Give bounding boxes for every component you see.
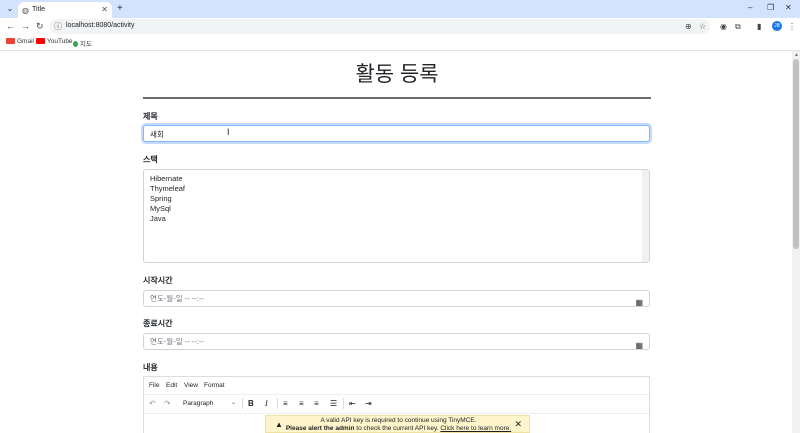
close-tab-icon[interactable]: ✕ [101,5,108,14]
bookmark-maps[interactable]: 지도 [73,38,92,48]
menu-file[interactable]: File [149,382,159,389]
browser-tab[interactable]: ◍ Title ✕ [18,2,112,18]
notice-line-2: Please alert the admin to check the curr… [266,425,531,432]
toolbar-divider [343,398,344,409]
stack-line: Spring [150,194,172,203]
start-time-placeholder: 연도-월-일 -- --:-- [150,294,204,303]
menu-view[interactable]: View [184,382,198,389]
editor-toolbar: ↶ ↷ Paragraph ⌄ B I ≡ ≡ ≡ ☰ ⇤ ⇥ [144,394,649,414]
close-window-icon[interactable]: ✕ [785,3,792,12]
tab-strip: ⌄ ◍ Title ✕ + – ❐ ✕ [0,0,800,18]
title-divider [143,97,651,99]
stack-label: 스택 [143,155,158,164]
stack-lines: Hibernate Thymeleaf Spring MySql Java [150,174,185,224]
scrollbar-thumb[interactable] [793,59,799,249]
stack-line: Hibernate [150,174,183,183]
zoom-icon[interactable]: ⊕ [685,22,692,31]
stack-line: MySql [150,204,171,213]
outdent-icon[interactable]: ⇤ [349,399,356,408]
align-justify-icon[interactable]: ☰ [330,399,337,408]
notice-line-1: A valid API key is required to continue … [320,417,477,424]
italic-icon[interactable]: I [265,399,268,408]
api-key-notice: ▲ A valid API key is required to continu… [265,415,530,433]
notice-bold: Please alert the admin [285,425,355,432]
youtube-icon [36,38,45,45]
bold-icon[interactable]: B [248,399,254,408]
forward-icon[interactable]: → [21,21,30,31]
content-label: 내용 [143,363,158,372]
calendar-icon[interactable]: ▦ [629,295,643,311]
toolbar-divider [242,398,243,409]
bookmarks-bar: Gmail YouTube 지도 [0,35,800,51]
reload-icon[interactable]: ↻ [36,21,44,32]
align-right-icon[interactable]: ≡ [314,399,319,408]
bookmark-gmail[interactable]: Gmail [6,38,34,45]
end-time-placeholder: 연도-월-일 -- --:-- [150,337,204,346]
notice-text: to check the current API key. [354,425,441,432]
back-icon[interactable]: ← [6,21,15,31]
close-notice-icon[interactable]: ✕ [514,419,522,430]
address-bar[interactable]: ⓘ localhost:8080/activity [50,19,710,34]
minimize-icon[interactable]: – [748,3,752,12]
side-panel-icon[interactable]: ▮ [757,22,761,31]
scroll-up-icon[interactable]: ▲ [794,52,799,58]
align-center-icon[interactable]: ≡ [299,399,304,408]
end-time-input[interactable]: 연도-월-일 -- --:-- ▦ [143,333,650,350]
title-input[interactable]: 새회 [143,125,650,142]
bookmark-label: YouTube [47,38,73,45]
chevron-down-icon: ⌄ [230,400,236,406]
site-info-icon[interactable]: ⓘ [54,21,62,32]
block-format-value: Paragraph [183,400,214,407]
extension-icon[interactable]: ◉ [720,22,727,31]
tab-search-chevron-icon[interactable]: ⌄ [4,3,16,15]
menu-format[interactable]: Format [204,382,225,389]
profile-avatar[interactable]: JB [772,21,782,31]
indent-icon[interactable]: ⇥ [365,399,372,408]
title-label: 제목 [143,112,158,121]
block-format-select[interactable]: Paragraph ⌄ [178,397,240,410]
page-scrollbar[interactable]: ▲ [792,51,800,433]
restore-icon[interactable]: ❐ [767,3,774,12]
stack-line: Java [150,214,166,223]
new-tab-button[interactable]: + [117,3,123,14]
url-text: localhost:8080/activity [66,22,135,29]
menu-edit[interactable]: Edit [166,382,177,389]
undo-icon[interactable]: ↶ [149,399,156,408]
start-time-label: 시작시간 [143,276,173,285]
start-time-input[interactable]: 연도-월-일 -- --:-- ▦ [143,290,650,307]
globe-icon: ◍ [22,6,29,15]
puzzle-icon[interactable]: ⧉ [735,22,741,32]
textarea-scrollbar[interactable] [642,170,649,262]
stack-textarea[interactable]: Hibernate Thymeleaf Spring MySql Java [143,169,650,263]
toolbar-divider [277,398,278,409]
bookmark-star-icon[interactable]: ☆ [699,22,706,31]
bookmark-youtube[interactable]: YouTube [36,38,73,45]
align-left-icon[interactable]: ≡ [283,399,288,408]
maps-icon [73,41,78,48]
text-cursor-icon: I [227,127,230,137]
bookmark-label: 지도 [80,41,92,48]
learn-more-link[interactable]: Click here to learn more. [440,425,511,432]
editor-menubar: File Edit View Format [144,377,649,394]
stack-line: Thymeleaf [150,184,186,193]
gmail-icon [6,38,15,45]
tab-title: Title [32,6,45,13]
browser-toolbar: ← → ↻ ⓘ localhost:8080/activity ⊕ ☆ ◉ ⧉ … [0,18,800,35]
bookmark-label: Gmail [17,38,34,45]
page-title: 활동 등록 [355,63,439,86]
calendar-icon[interactable]: ▦ [629,338,643,354]
menu-icon[interactable]: ⋮ [788,22,796,31]
redo-icon[interactable]: ↷ [164,399,171,408]
end-time-label: 종료시간 [143,319,173,328]
